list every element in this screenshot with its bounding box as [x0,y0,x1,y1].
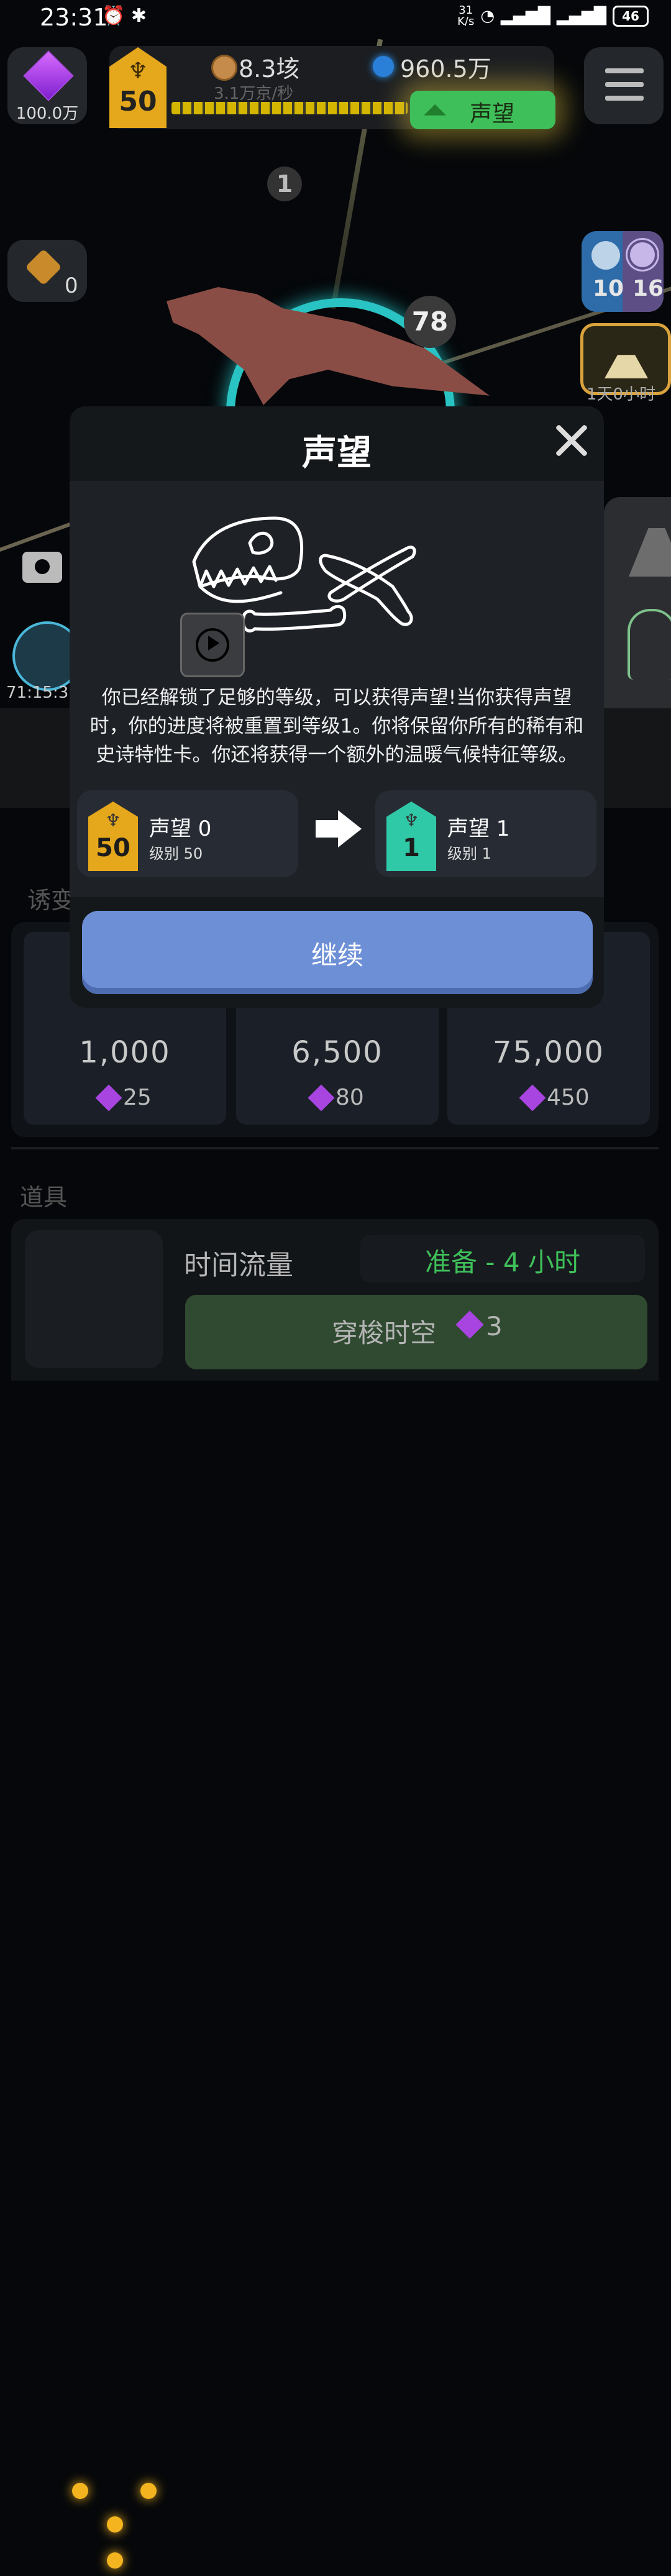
props-section-label: 道具 [20,1184,68,1211]
hamburger-icon [605,68,644,73]
fossil-rate: 3.1万京/秒 [214,84,294,103]
play-triangle [208,636,219,651]
prestige-button[interactable]: ⏶ 声望 [410,91,555,129]
evolution-tree-icon[interactable] [628,609,671,680]
globe-icon [591,241,620,270]
cube-button[interactable]: 100.0万 [7,47,87,124]
fossil-count: 8.3垓 [239,55,300,83]
claw-icon: ♆ [403,810,419,831]
claw-icon: ♆ [105,810,121,831]
planet-icon [630,242,655,267]
gem-cost: 25 [123,1085,152,1110]
volcano-icon [605,355,648,378]
current-prestige: ♆ 50 声望 0 级别 50 [77,790,298,877]
mutation-cost: 1,000 [79,1035,171,1070]
menu-button[interactable] [584,47,664,124]
time-flow-item[interactable] [25,1230,163,2569]
status-bar: 23:31 ⏰ ✱ 31 K/s ◔ ▂▄▆█ ▂▄▆█ 46 [0,0,671,35]
ready-text: 准备 - 4 小时 [425,1247,580,1277]
prestige-level: 级别 1 [447,845,491,862]
shield-number: 50 [96,834,130,862]
warp-cost: 3 [486,1311,503,1341]
claw-timer: 71:15:3 [6,683,69,702]
mutation-section-label: 诱变 [27,887,75,914]
network-speed: 31 K/s [457,4,475,28]
modal-title: 声望 [302,433,372,473]
gear-count: 0 [65,273,78,298]
signal-4g-icon: ▂▄▆█ [501,7,551,25]
warp-label: 穿梭时空 [332,1318,437,1348]
gem-cost: 450 [547,1085,590,1110]
prestige-name: 声望 0 [149,816,212,841]
gear-button[interactable]: 0 [7,240,87,302]
battery-icon: 46 [613,6,649,27]
alarm-bluetooth-icons: ⏰ ✱ [102,5,147,27]
item-name: 时间流量 [184,1249,293,1281]
prestige-level: 级别 50 [149,845,203,862]
next-prestige: ♆ 1 声望 1 级别 1 [375,790,596,877]
cube-icon [23,50,74,101]
dna-count: 960.5万 [400,55,491,83]
mutation-cost: 75,000 [493,1035,605,1070]
gear-icon [25,249,62,286]
section-divider [11,1147,659,1149]
prestige-name: 声望 1 [447,816,510,841]
cube-count: 100.0万 [16,104,79,123]
prestige-description: 你已经解锁了足够的等级，可以获得声望!当你获得声望时，你的进度将被重置到等级1。… [89,687,584,766]
world-count: 10 [593,276,624,301]
wifi-icon: ◔ [480,7,495,25]
time-flow-icon [72,2483,159,2576]
continue-button[interactable]: 继续 [82,911,593,994]
time-warp-button[interactable]: 穿梭时空 3 [185,1295,647,1369]
shield-number: 1 [403,834,420,862]
xp-progress-bar [171,102,408,114]
planet-count: 16 [632,276,664,301]
dna-icon [373,56,394,77]
level-shield: ♆ 1 [386,802,436,871]
close-icon[interactable] [553,422,590,460]
level-shield: ♆ 50 [88,802,138,871]
mutation-cost: 6,500 [291,1035,383,1070]
gem-icon [455,1310,484,1339]
arrow-right-icon [316,810,362,847]
clock: 23:31 [40,4,108,31]
ready-status: 准备 - 4 小时 [360,1235,645,1282]
camera-icon[interactable] [22,552,62,583]
volcano-timer: 1天0小时 [587,385,656,404]
player-level: 50 [119,86,157,117]
node-badge[interactable]: 1 [267,167,302,201]
gem-icon [308,1084,335,1112]
dino-level-badge: 78 [404,296,456,348]
fossil-icon [211,55,237,81]
system-indicators: 31 K/s ◔ ▂▄▆█ ▂▄▆█ 46 [457,5,649,27]
worlds-button[interactable]: 10 16 [582,231,664,312]
prestige-label: 声望 [470,101,515,127]
gem-icon [95,1084,122,1112]
continue-label: 继续 [311,940,363,971]
prestige-modal: 声望 你已经解锁了足够的等级，可以获得声望!当你获得声望时，你的进度将被重置到等… [70,406,604,1008]
gem-cost: 80 [336,1085,364,1110]
claw-icon: ♆ [127,58,148,84]
chevron-up-icon: ⏶ [422,92,447,128]
play-video-button[interactable] [180,613,245,677]
signal-5g-icon: ▂▄▆█ [557,7,606,25]
gem-icon [519,1084,546,1112]
